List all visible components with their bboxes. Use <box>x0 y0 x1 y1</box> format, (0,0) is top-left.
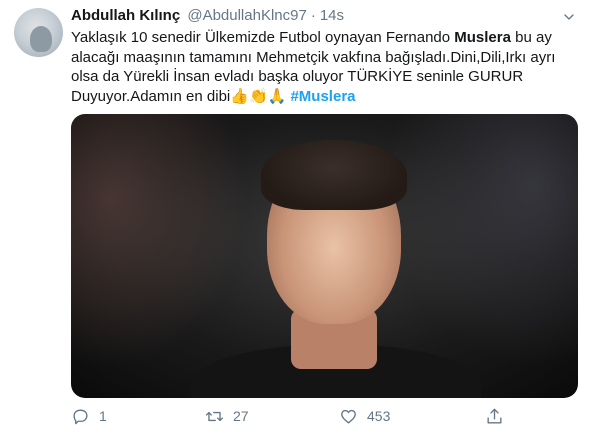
author-name[interactable]: Abdullah Kılınç <box>71 7 180 24</box>
share-icon <box>487 408 502 424</box>
reply-icon <box>73 408 88 424</box>
like-count: 453 <box>367 408 391 424</box>
tweet-actions: 1 27 453 <box>71 404 571 428</box>
tweet-text-bold: Muslera <box>454 29 511 46</box>
photo-player-hair <box>261 140 407 210</box>
avatar[interactable] <box>14 8 63 57</box>
author-handle[interactable]: @AbdullahKlnc97 <box>187 7 306 24</box>
heart-icon <box>341 409 356 424</box>
like-button[interactable]: 453 <box>339 404 390 428</box>
retweet-count: 27 <box>233 408 249 424</box>
emoji-group: 👍👏🙏 <box>230 86 287 105</box>
reply-count: 1 <box>99 408 107 424</box>
chevron-down-icon[interactable] <box>561 9 577 25</box>
reply-button[interactable]: 1 <box>71 404 107 428</box>
separator-dot: · <box>310 7 316 24</box>
share-button[interactable] <box>485 404 504 428</box>
retweet-icon <box>205 411 224 421</box>
tweet-text-part1: Yaklaşık 10 senedir Ülkemizde Futbol oyn… <box>71 29 455 46</box>
tweet-header: Abdullah Kılınç @AbdullahKlnc97 · 14s <box>71 6 549 26</box>
tweet-text: Yaklaşık 10 senedir Ülkemizde Futbol oyn… <box>71 28 571 106</box>
retweet-button[interactable]: 27 <box>205 404 249 428</box>
tweet-photo[interactable] <box>71 114 578 398</box>
hashtag-link[interactable]: #Muslera <box>290 88 355 105</box>
timestamp[interactable]: 14s <box>320 7 344 24</box>
avatar-figure <box>30 26 52 52</box>
